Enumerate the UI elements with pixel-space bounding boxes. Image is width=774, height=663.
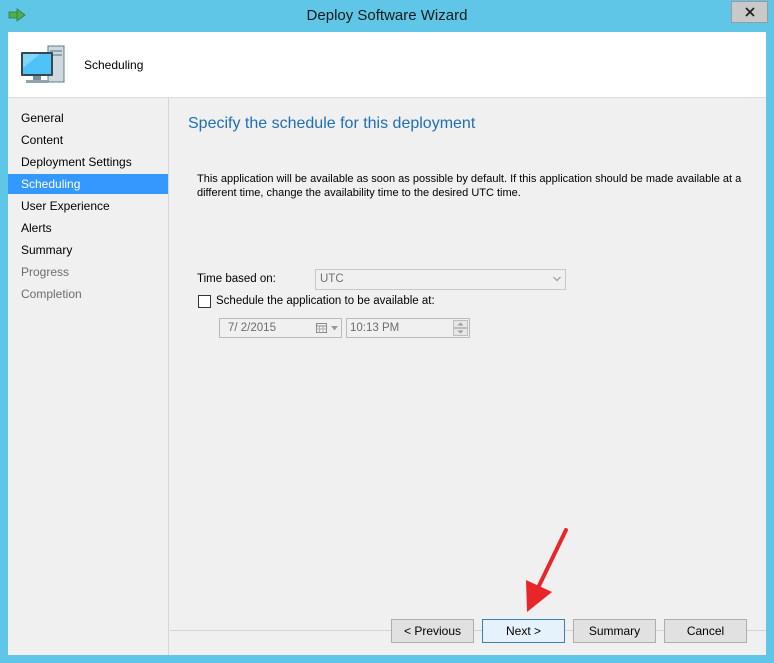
cancel-button[interactable]: Cancel: [664, 619, 747, 643]
summary-button[interactable]: Summary: [573, 619, 656, 643]
page-description: This application will be available as so…: [197, 173, 742, 199]
close-button[interactable]: [731, 1, 768, 23]
nav-item-deployment-settings[interactable]: Deployment Settings: [8, 152, 168, 172]
nav-item-alerts[interactable]: Alerts: [8, 218, 168, 238]
header-title: Scheduling: [84, 58, 144, 72]
time-value: 10:13 PM: [350, 322, 400, 334]
wizard-client-area: Scheduling General Content Deployment Se…: [8, 32, 766, 655]
nav-item-general[interactable]: General: [8, 108, 168, 128]
window-title: Deploy Software Wizard: [306, 7, 468, 24]
time-based-select[interactable]: UTC: [315, 269, 566, 290]
nav-item-content[interactable]: Content: [8, 130, 168, 150]
time-based-label: Time based on:: [197, 273, 276, 285]
close-icon: [744, 7, 755, 17]
wizard-header: Scheduling: [8, 32, 766, 98]
nav-item-user-experience[interactable]: User Experience: [8, 196, 168, 216]
nav-item-progress: Progress: [21, 265, 70, 279]
time-picker[interactable]: 10:13 PM: [346, 318, 470, 338]
time-based-value: UTC: [320, 273, 344, 285]
previous-button[interactable]: < Previous: [391, 619, 474, 643]
spinner-icon[interactable]: [453, 320, 468, 336]
page-title: Specify the schedule for this deployment: [188, 115, 476, 132]
computer-icon: [21, 45, 65, 83]
next-button[interactable]: Next >: [482, 619, 565, 643]
nav-item-completion: Completion: [21, 287, 82, 301]
chevron-down-icon: [331, 326, 338, 331]
chevron-down-icon: [553, 276, 561, 282]
wizard-window: Deploy Software Wizard Scheduling Genera…: [0, 0, 774, 663]
wizard-page: Specify the schedule for this deployment…: [170, 98, 766, 655]
date-value: 7/ 2/2015: [228, 322, 276, 334]
title-bar: Deploy Software Wizard: [0, 0, 774, 32]
nav-item-scheduling[interactable]: Scheduling: [8, 174, 168, 194]
schedule-checkbox[interactable]: [198, 295, 211, 308]
calendar-icon: [316, 323, 327, 333]
wizard-steps-nav: General Content Deployment Settings Sche…: [8, 98, 169, 655]
schedule-checkbox-label[interactable]: Schedule the application to be available…: [216, 295, 435, 307]
date-picker[interactable]: 7/ 2/2015: [219, 318, 342, 338]
nav-item-summary[interactable]: Summary: [8, 240, 168, 260]
